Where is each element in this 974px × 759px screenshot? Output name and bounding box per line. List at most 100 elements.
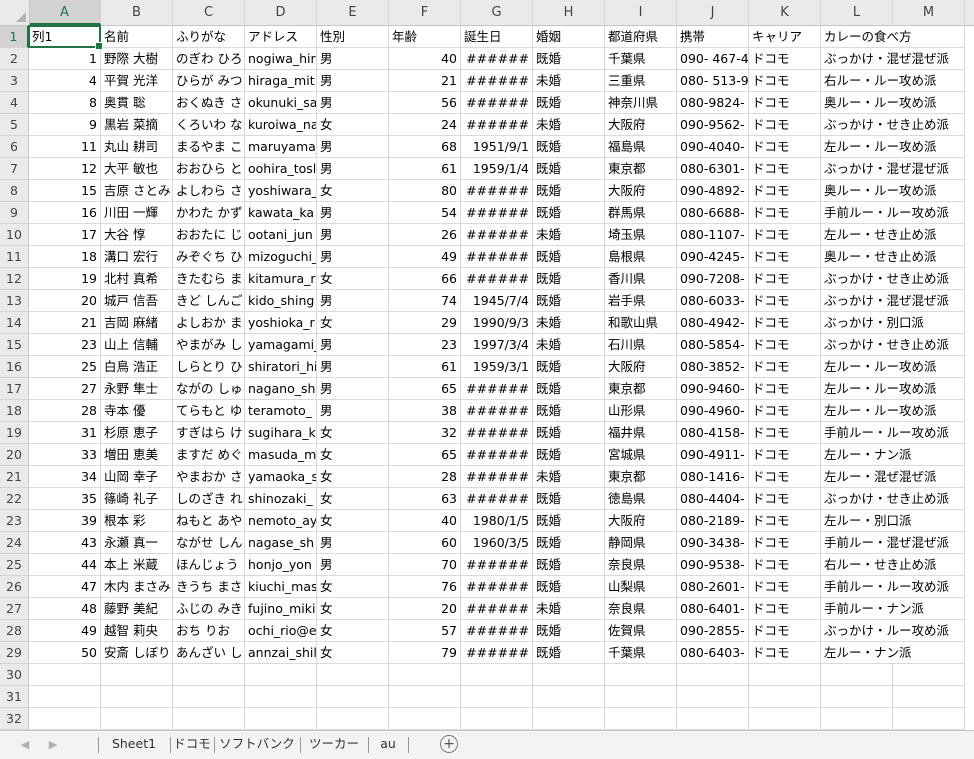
cell-f32[interactable] <box>389 708 461 730</box>
cell-j6[interactable]: 090-4040- <box>677 136 749 158</box>
cell-h7[interactable]: 既婚 <box>533 158 605 180</box>
cell-h15[interactable]: 未婚 <box>533 334 605 356</box>
cell-g13[interactable]: 1945/7/4 <box>461 290 533 312</box>
cell-f25[interactable]: 70 <box>389 554 461 576</box>
cell-i4[interactable]: 神奈川県 <box>605 92 677 114</box>
cell-f18[interactable]: 38 <box>389 400 461 422</box>
cell-b17[interactable]: 永野 隼士 <box>101 378 173 400</box>
cell-g17[interactable]: ###### <box>461 378 533 400</box>
cell-i6[interactable]: 福島県 <box>605 136 677 158</box>
cell-b13[interactable]: 城戸 信吾 <box>101 290 173 312</box>
cell-a21[interactable]: 34 <box>29 466 101 488</box>
row-header[interactable]: 7 <box>0 158 29 180</box>
cell-k12[interactable]: ドコモ <box>749 268 821 290</box>
row-header[interactable]: 19 <box>0 422 29 444</box>
cell-a13[interactable]: 20 <box>29 290 101 312</box>
cell-d8[interactable]: yoshiwara_ <box>245 180 317 202</box>
cell-d4[interactable]: okunuki_sa <box>245 92 317 114</box>
cell-d2[interactable]: nogiwa_hir <box>245 48 317 70</box>
cell-d24[interactable]: nagase_sh <box>245 532 317 554</box>
cell-c8[interactable]: よしわら さ <box>173 180 245 202</box>
cell-k5[interactable]: ドコモ <box>749 114 821 136</box>
row-header[interactable]: 5 <box>0 114 29 136</box>
cell-e30[interactable] <box>317 664 389 686</box>
cell-e28[interactable]: 女 <box>317 620 389 642</box>
cell-b6[interactable]: 丸山 耕司 <box>101 136 173 158</box>
cell-l8[interactable]: 奥ルー・ルー攻め派 <box>821 180 965 202</box>
column-header-b[interactable]: B <box>101 0 173 25</box>
cell-b26[interactable]: 木内 まさみ <box>101 576 173 598</box>
cell-h23[interactable]: 既婚 <box>533 510 605 532</box>
cell-c3[interactable]: ひらが みつ <box>173 70 245 92</box>
row-header[interactable]: 3 <box>0 70 29 92</box>
cell-e31[interactable] <box>317 686 389 708</box>
cell-e19[interactable]: 女 <box>317 422 389 444</box>
cell-j18[interactable]: 090-4960- <box>677 400 749 422</box>
sheet-tab-3[interactable]: ツーカー <box>300 731 368 758</box>
cell-i19[interactable]: 福井県 <box>605 422 677 444</box>
cell-g24[interactable]: 1960/3/5 <box>461 532 533 554</box>
cell-h21[interactable]: 未婚 <box>533 466 605 488</box>
cell-c21[interactable]: やまおか さ <box>173 466 245 488</box>
cell-j3[interactable]: 080- 513-9 <box>677 70 749 92</box>
cell-h32[interactable] <box>533 708 605 730</box>
cell-i22[interactable]: 徳島県 <box>605 488 677 510</box>
cell-e32[interactable] <box>317 708 389 730</box>
cell-h8[interactable]: 既婚 <box>533 180 605 202</box>
cell-h6[interactable]: 既婚 <box>533 136 605 158</box>
cell-d18[interactable]: teramoto_ <box>245 400 317 422</box>
cell-a28[interactable]: 49 <box>29 620 101 642</box>
cell-f28[interactable]: 57 <box>389 620 461 642</box>
cell-g6[interactable]: 1951/9/1 <box>461 136 533 158</box>
cell-j19[interactable]: 080-4158- <box>677 422 749 444</box>
column-header-i[interactable]: I <box>605 0 677 25</box>
cell-l7[interactable]: ぶっかけ・混ぜ混ぜ派 <box>821 158 965 180</box>
cell-g30[interactable] <box>461 664 533 686</box>
cell-a1[interactable]: 列1 <box>29 26 101 48</box>
cell-i9[interactable]: 群馬県 <box>605 202 677 224</box>
cell-d21[interactable]: yamaoka_s <box>245 466 317 488</box>
spreadsheet-grid[interactable]: ABCDEFGHIJKLM 1 列1 名前 ふりがな アドレス 性別 年齢 誕生日 婚姻 都道府県… <box>0 0 974 730</box>
cell-f31[interactable] <box>389 686 461 708</box>
cell-i3[interactable]: 三重県 <box>605 70 677 92</box>
cell-h5[interactable]: 未婚 <box>533 114 605 136</box>
cell-b12[interactable]: 北村 真希 <box>101 268 173 290</box>
cell-h25[interactable]: 既婚 <box>533 554 605 576</box>
cell-k21[interactable]: ドコモ <box>749 466 821 488</box>
cell-g12[interactable]: ###### <box>461 268 533 290</box>
cell-j15[interactable]: 080-5854- <box>677 334 749 356</box>
cell-k18[interactable]: ドコモ <box>749 400 821 422</box>
cell-h20[interactable]: 既婚 <box>533 444 605 466</box>
cell-e13[interactable]: 男 <box>317 290 389 312</box>
cell-h13[interactable]: 既婚 <box>533 290 605 312</box>
cell-j14[interactable]: 080-4942- <box>677 312 749 334</box>
cell-c6[interactable]: まるやま こ <box>173 136 245 158</box>
cell-l16[interactable]: 左ルー・ルー攻め派 <box>821 356 965 378</box>
cell-f9[interactable]: 54 <box>389 202 461 224</box>
cell-b31[interactable] <box>101 686 173 708</box>
cell-d23[interactable]: nemoto_ay <box>245 510 317 532</box>
column-header-f[interactable]: F <box>389 0 461 25</box>
cell-e4[interactable]: 男 <box>317 92 389 114</box>
cell-l29[interactable]: 左ルー・ナン派 <box>821 642 965 664</box>
cell-e26[interactable]: 女 <box>317 576 389 598</box>
row-header[interactable]: 18 <box>0 400 29 422</box>
cell-h10[interactable]: 未婚 <box>533 224 605 246</box>
cell-a4[interactable]: 8 <box>29 92 101 114</box>
cell-f20[interactable]: 65 <box>389 444 461 466</box>
row-header[interactable]: 8 <box>0 180 29 202</box>
cell-k25[interactable]: ドコモ <box>749 554 821 576</box>
cell-m31[interactable] <box>893 686 965 708</box>
cell-b27[interactable]: 藤野 美紀 <box>101 598 173 620</box>
cell-g25[interactable]: ###### <box>461 554 533 576</box>
cell-b1[interactable]: 名前 <box>101 26 173 48</box>
cell-d9[interactable]: kawata_ka <box>245 202 317 224</box>
cell-j10[interactable]: 080-1107- <box>677 224 749 246</box>
cell-a8[interactable]: 15 <box>29 180 101 202</box>
cell-l26[interactable]: 手前ルー・ルー攻め派 <box>821 576 965 598</box>
cell-l3[interactable]: 右ルー・ルー攻め派 <box>821 70 965 92</box>
cell-b19[interactable]: 杉原 恵子 <box>101 422 173 444</box>
cell-a27[interactable]: 48 <box>29 598 101 620</box>
cell-d26[interactable]: kiuchi_mas <box>245 576 317 598</box>
cell-b21[interactable]: 山岡 幸子 <box>101 466 173 488</box>
